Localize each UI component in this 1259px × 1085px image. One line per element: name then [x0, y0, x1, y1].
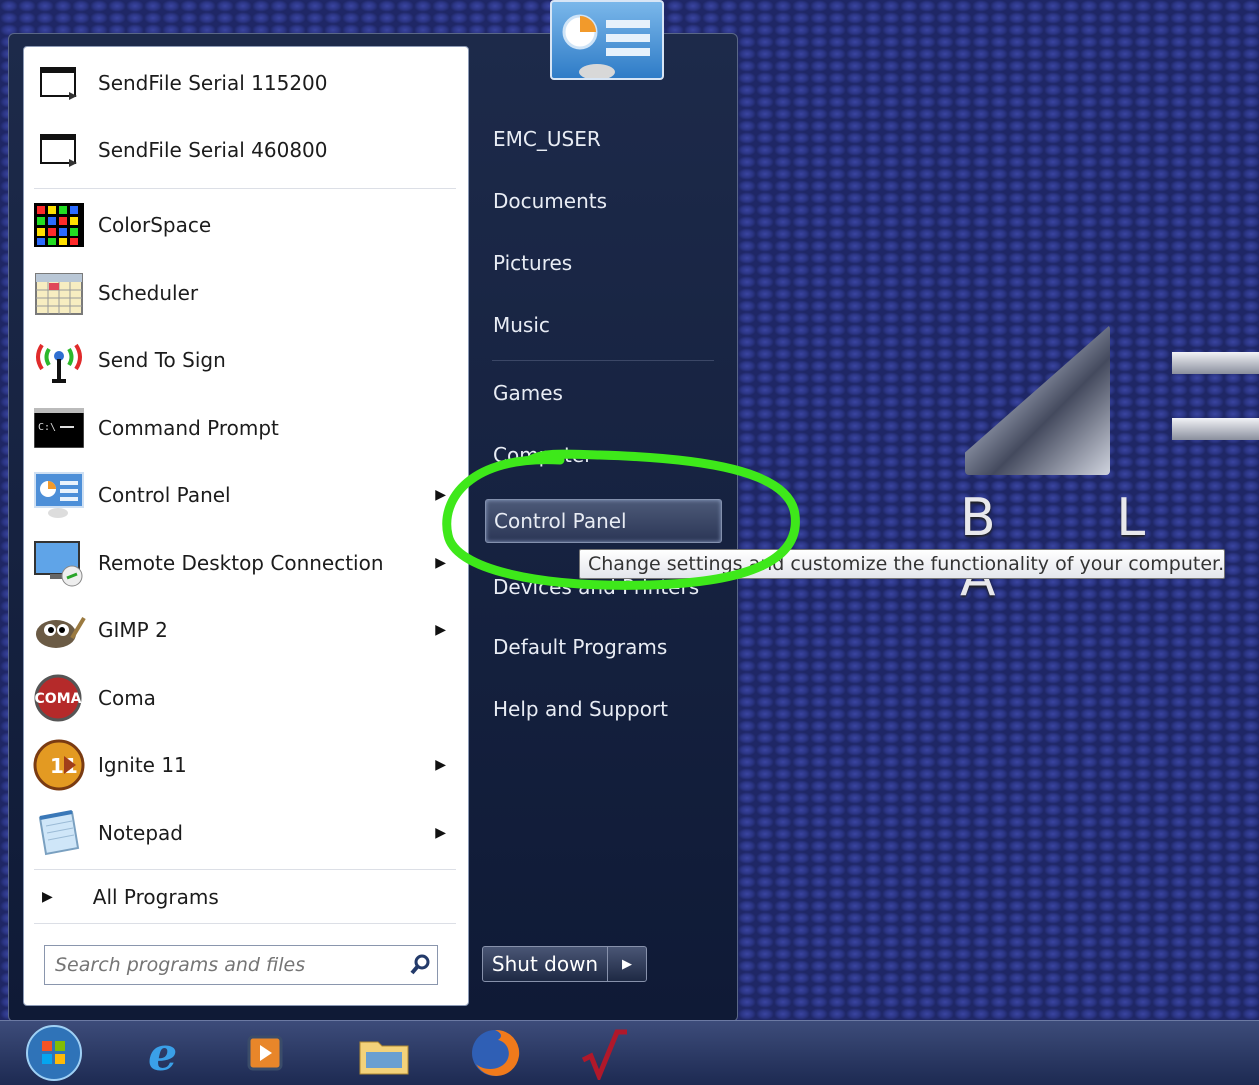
program-item-control-panel[interactable]: Control Panel ▶	[24, 463, 468, 527]
right-item-label: Music	[493, 313, 550, 337]
calendar-icon	[32, 268, 86, 318]
taskbar-app-sqrt[interactable]	[572, 1027, 636, 1080]
divider	[34, 188, 456, 189]
right-item-label: Computer	[493, 443, 593, 467]
program-item-send-to-sign[interactable]: Send To Sign	[24, 328, 468, 392]
control-panel-picture-icon	[562, 14, 650, 80]
submenu-arrow-icon[interactable]: ▶	[435, 622, 446, 638]
tooltip: Change settings and customize the functi…	[579, 549, 1225, 579]
program-item-gimp[interactable]: GIMP 2 ▶	[24, 598, 468, 662]
program-item-coma[interactable]: COMA Coma	[24, 666, 468, 730]
right-item-control-panel[interactable]: Control Panel	[485, 499, 722, 543]
right-item-label: Games	[493, 381, 563, 405]
svg-text:COMA: COMA	[35, 691, 82, 707]
media-player-icon	[247, 1035, 283, 1071]
program-label: GIMP 2	[98, 618, 168, 642]
taskbar-explorer[interactable]	[352, 1027, 416, 1079]
internet-explorer-icon: e	[148, 1028, 177, 1078]
taskbar-media-player[interactable]	[233, 1027, 297, 1079]
program-label: Command Prompt	[98, 416, 279, 440]
search-input[interactable]	[53, 953, 403, 977]
program-label: Coma	[98, 686, 156, 710]
right-item-label: Help and Support	[493, 697, 668, 721]
program-label: Send To Sign	[98, 348, 226, 372]
terminal-icon: C:\	[32, 403, 86, 453]
program-label: ColorSpace	[98, 213, 212, 237]
submenu-arrow-icon[interactable]: ▶	[435, 555, 446, 571]
folder-icon	[359, 1041, 409, 1075]
program-label: Scheduler	[98, 281, 199, 305]
firefox-icon	[472, 1029, 520, 1076]
right-item-label: EMC_USER	[493, 127, 601, 151]
gimp-icon	[32, 605, 86, 655]
right-item-pictures[interactable]: Pictures	[485, 242, 720, 284]
search-box[interactable]	[44, 945, 438, 985]
remote-desktop-icon	[32, 538, 86, 588]
program-item-sendfile-115200[interactable]: SendFile Serial 115200	[24, 51, 468, 115]
start-button[interactable]	[22, 1025, 86, 1081]
program-item-sendfile-460800[interactable]: SendFile Serial 460800	[24, 118, 468, 182]
right-item-user[interactable]: EMC_USER	[485, 118, 720, 160]
right-item-label: Pictures	[493, 251, 573, 275]
program-item-scheduler[interactable]: Scheduler	[24, 261, 468, 325]
divider	[34, 869, 456, 870]
program-item-ignite[interactable]: 11 Ignite 11 ▶	[24, 733, 468, 797]
submenu-arrow-icon[interactable]: ▶	[435, 757, 446, 773]
wallpaper-logo-bar	[1172, 418, 1259, 440]
wallpaper-logo-shape	[965, 325, 1110, 475]
wallpaper-logo-text: B L A	[960, 488, 1198, 608]
program-item-notepad[interactable]: Notepad ▶	[24, 801, 468, 865]
triangle-right-icon: ▶	[42, 889, 53, 905]
taskbar-firefox[interactable]	[463, 1027, 527, 1079]
program-item-remote-desktop[interactable]: Remote Desktop Connection ▶	[24, 531, 468, 595]
shutdown-button[interactable]: Shut down	[482, 946, 608, 982]
coma-icon: COMA	[32, 673, 86, 723]
program-label: Control Panel	[98, 483, 231, 507]
window-icon	[32, 125, 86, 175]
program-label: SendFile Serial 460800	[98, 138, 328, 162]
right-item-label: Control Panel	[494, 509, 627, 533]
submenu-arrow-icon[interactable]: ▶	[435, 825, 446, 841]
divider	[492, 360, 714, 361]
ignite-icon: 11	[32, 739, 86, 791]
notepad-icon	[32, 808, 86, 858]
shutdown-options-button[interactable]: ▶	[607, 946, 647, 982]
all-programs-button[interactable]: ▶ All Programs	[24, 875, 468, 919]
control-panel-icon	[32, 470, 86, 520]
program-item-colorspace[interactable]: ColorSpace	[24, 193, 468, 257]
user-picture[interactable]	[550, 0, 664, 80]
color-grid-icon	[32, 200, 86, 250]
svg-text:C:\: C:\	[38, 422, 56, 433]
right-item-games[interactable]: Games	[485, 372, 720, 414]
square-root-icon	[581, 1029, 627, 1080]
divider	[34, 923, 456, 924]
right-item-computer[interactable]: Computer	[485, 434, 720, 476]
search-icon[interactable]	[403, 954, 437, 976]
right-item-label: Documents	[493, 189, 608, 213]
right-item-music[interactable]: Music	[485, 304, 720, 346]
program-label: Notepad	[98, 821, 183, 845]
program-item-command-prompt[interactable]: C:\ Command Prompt	[24, 396, 468, 460]
wallpaper-logo-bar	[1172, 352, 1259, 374]
all-programs-label: All Programs	[92, 885, 219, 909]
taskbar: e	[0, 1020, 1259, 1085]
program-label: Ignite 11	[98, 753, 187, 777]
taskbar-ie[interactable]: e	[135, 1027, 199, 1079]
right-item-help[interactable]: Help and Support	[485, 688, 720, 730]
right-item-documents[interactable]: Documents	[485, 180, 720, 222]
triangle-right-icon: ▶	[622, 956, 632, 972]
submenu-arrow-icon[interactable]: ▶	[435, 487, 446, 503]
right-item-label: Default Programs	[493, 635, 668, 659]
window-icon	[32, 58, 86, 108]
svg-text:e: e	[148, 1028, 177, 1078]
windows-orb-icon	[26, 1025, 82, 1081]
right-item-default-programs[interactable]: Default Programs	[485, 626, 720, 668]
program-label: SendFile Serial 115200	[98, 71, 328, 95]
antenna-icon	[32, 335, 86, 385]
programs-pane: SendFile Serial 115200 SendFile Serial 4…	[23, 46, 469, 1006]
program-label: Remote Desktop Connection	[98, 551, 384, 575]
